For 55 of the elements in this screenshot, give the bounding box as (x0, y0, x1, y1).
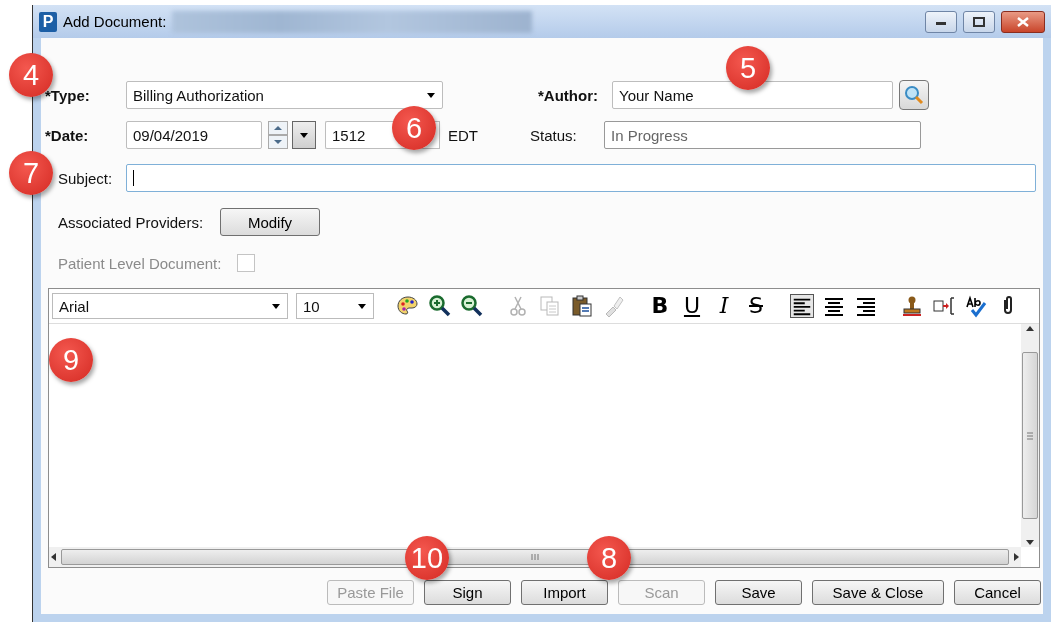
date-field[interactable]: 09/04/2019 (126, 121, 262, 149)
underline-button[interactable]: U (680, 293, 704, 319)
timezone-label: EDT (447, 126, 479, 144)
calendar-dropdown-button[interactable] (292, 121, 316, 149)
field-label: Subject: (57, 169, 114, 187)
size-dropdown[interactable]: 10 (296, 293, 374, 319)
dropdown-arrow-icon (357, 302, 367, 310)
stamp-icon[interactable] (900, 294, 924, 318)
spell-check-icon[interactable] (964, 294, 988, 318)
field-label: Patient Level Document: (57, 254, 223, 272)
dropdown-arrow-icon (271, 302, 281, 310)
grip-icon (1027, 431, 1033, 440)
clipboard-icon[interactable] (570, 294, 594, 318)
dropdown-arrow-icon (426, 91, 436, 99)
field-label: *Author: (538, 86, 599, 104)
bold-button[interactable]: B (648, 293, 672, 319)
dropdown-arrow-icon (299, 131, 309, 139)
search-icon (904, 85, 924, 105)
close-icon (1017, 16, 1029, 27)
subject-field[interactable] (126, 164, 1036, 192)
modify-button[interactable]: Modify (220, 208, 320, 236)
italic-button[interactable]: I (712, 293, 736, 319)
zoom-in-icon[interactable] (428, 294, 452, 318)
zoom-out-icon[interactable] (460, 294, 484, 318)
scroll-down-icon (1025, 539, 1035, 547)
footer-button[interactable]: Save & Close (812, 580, 944, 605)
scroll-right-icon (1013, 552, 1021, 562)
footer-button[interactable]: Save (715, 580, 802, 605)
footer-button[interactable]: Import (521, 580, 608, 605)
maximize-button[interactable] (963, 10, 995, 33)
field-label: Status: (530, 126, 578, 144)
footer-button[interactable]: Cancel (954, 580, 1041, 605)
insert-field-icon[interactable] (932, 294, 956, 318)
author-field[interactable]: Your Name (612, 81, 893, 109)
font-dropdown[interactable]: Arial (52, 293, 288, 319)
vertical-scrollbar[interactable] (1021, 324, 1039, 547)
window-title: Add Document: (63, 13, 167, 30)
app-logo: P (39, 11, 57, 32)
minimize-button[interactable] (925, 10, 957, 33)
field-label: *Date: (45, 126, 90, 144)
palette-icon[interactable] (396, 294, 420, 318)
maximize-icon (973, 16, 985, 27)
strikethrough-button[interactable]: S (744, 293, 768, 319)
horizontal-scrollbar[interactable] (49, 547, 1021, 567)
scroll-left-icon (49, 552, 57, 562)
search-button[interactable] (899, 80, 929, 110)
footer-button[interactable]: Sign (424, 580, 511, 605)
field-label: Associated Providers: (57, 213, 205, 231)
step-badge: 7 (9, 151, 53, 195)
close-button[interactable] (1001, 10, 1045, 33)
grip-icon (531, 554, 539, 560)
spin-buttons-icon[interactable] (268, 121, 288, 149)
type-dropdown[interactable]: Billing Authorization (126, 81, 443, 109)
status-field: In Progress (604, 121, 921, 149)
scroll-up-icon (1025, 324, 1035, 332)
